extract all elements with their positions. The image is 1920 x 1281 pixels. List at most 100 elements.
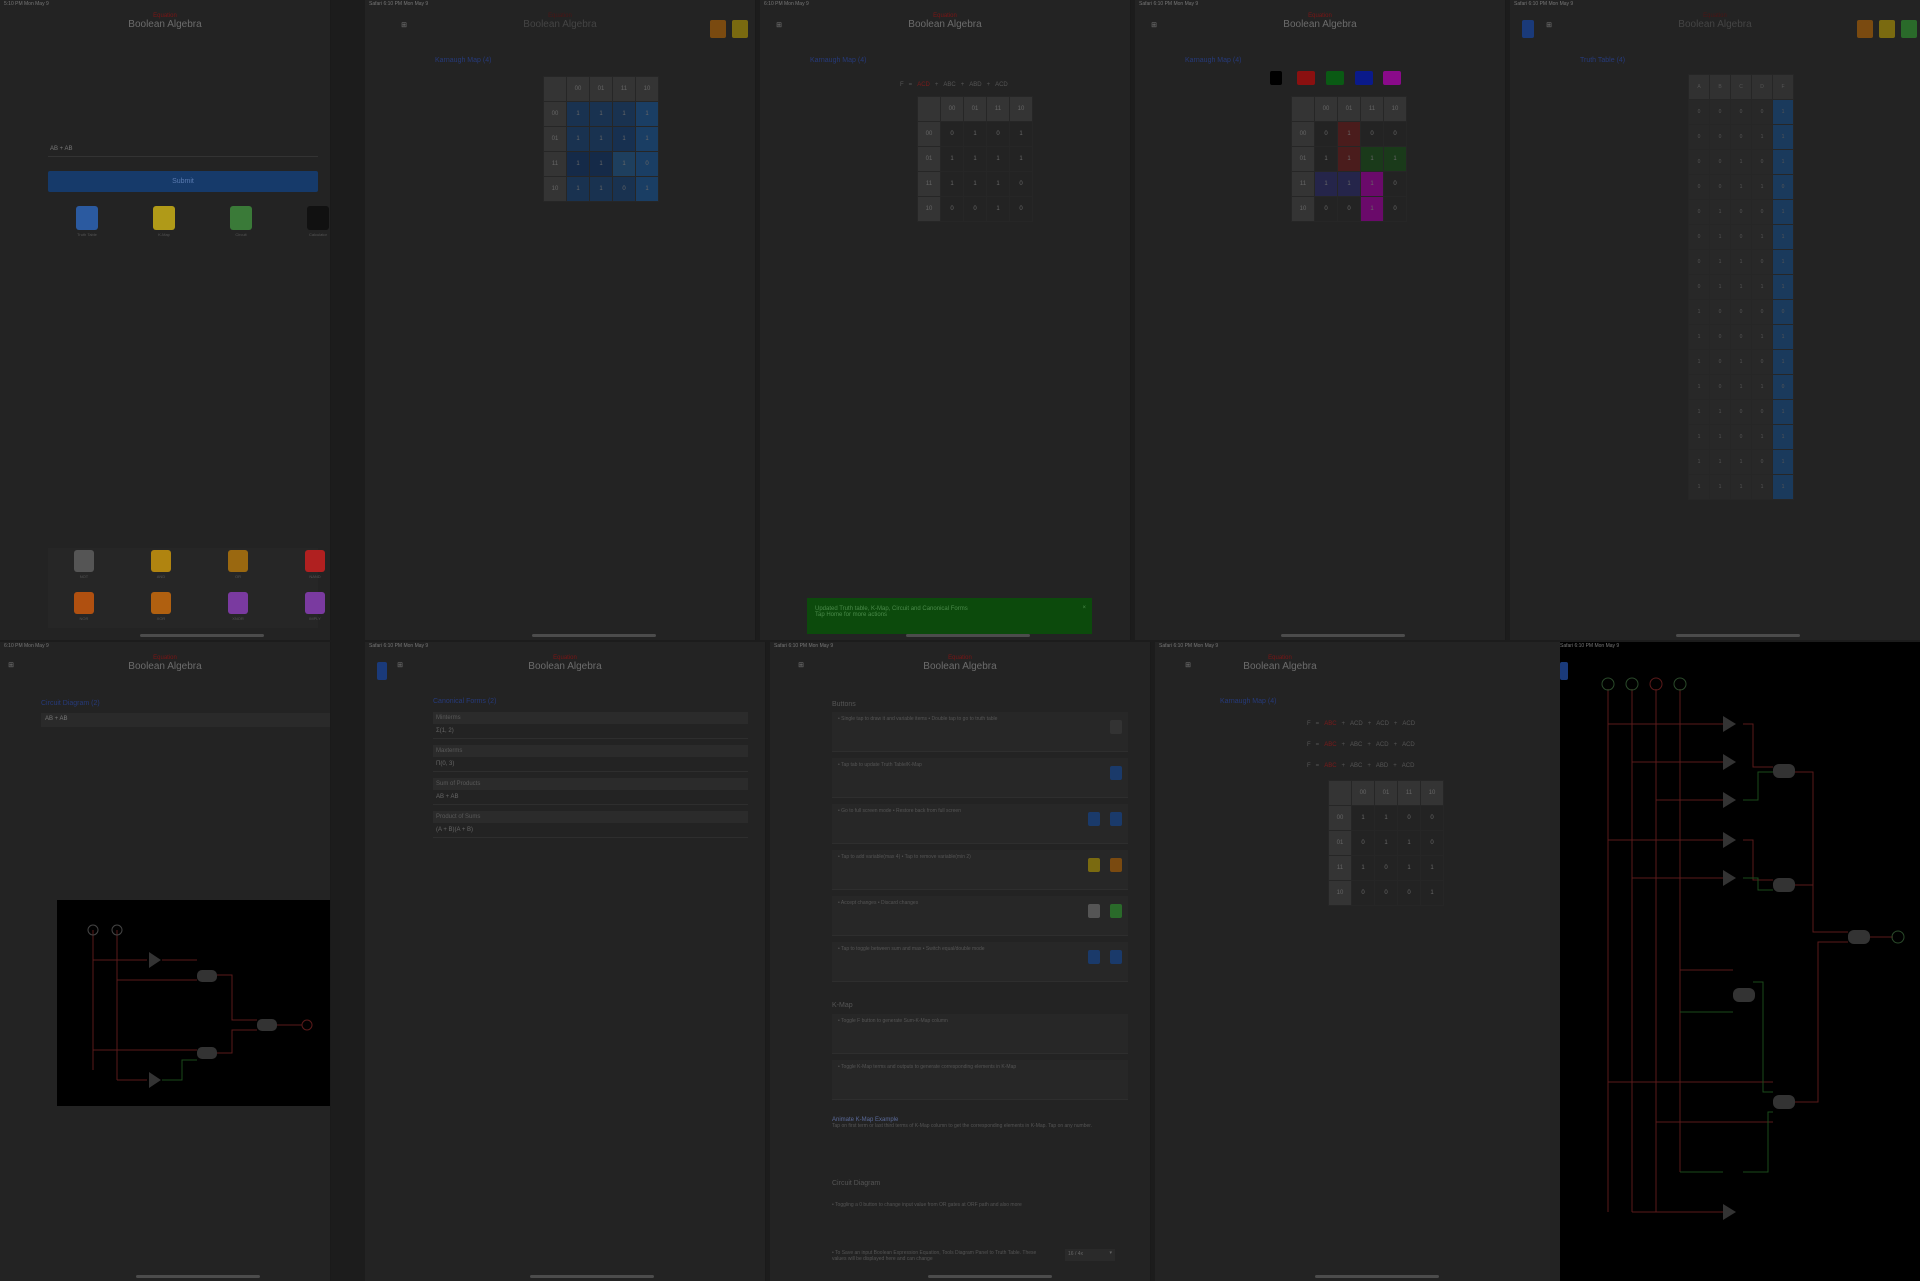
orange-action-icon[interactable] [1857, 20, 1873, 38]
equation-term[interactable]: + [1367, 742, 1371, 748]
equation-term[interactable]: ABC [1324, 763, 1336, 769]
chevron-down-icon: ▾ [1109, 1250, 1112, 1256]
tool-button[interactable]: K-Map [149, 206, 179, 242]
gate-button[interactable]: NOR [72, 592, 96, 626]
term-chip-green[interactable] [1326, 71, 1344, 85]
equation-term[interactable]: F [900, 82, 904, 88]
gate-button[interactable]: NOT [72, 550, 96, 584]
gate-button[interactable]: XNOR [226, 592, 250, 626]
equation-term[interactable]: + [1393, 763, 1397, 769]
gate-button[interactable]: XOR [149, 592, 173, 626]
equation-term[interactable]: + [961, 82, 965, 88]
f-chip[interactable] [1270, 71, 1282, 85]
equation-term[interactable]: ABD [969, 82, 981, 88]
equation-term[interactable]: + [1342, 742, 1346, 748]
home-panel: 5:10 PM Mon May 9 Equation Boolean Algeb… [0, 0, 331, 640]
table-row: 10101 [1688, 349, 1794, 375]
table-row: 00011 [1688, 124, 1794, 150]
equation-term[interactable]: + [1342, 763, 1346, 769]
output-cell[interactable]: 1 [1772, 224, 1794, 250]
table-cell: 1 [1709, 449, 1731, 475]
equation-term[interactable]: = [909, 82, 913, 88]
output-cell[interactable]: 1 [1772, 474, 1794, 500]
equation-term[interactable]: = [1316, 763, 1320, 769]
equation-term[interactable]: ACD [995, 82, 1008, 88]
equation-term[interactable]: ACD [1350, 721, 1363, 727]
example-text: Tap on first term or last third terms of… [832, 1123, 1093, 1129]
equation-term[interactable]: ACD [1376, 721, 1389, 727]
output-cell[interactable]: 1 [1772, 149, 1794, 175]
yellow-action-icon[interactable] [1879, 20, 1895, 38]
equation-term[interactable]: ACD [1376, 742, 1389, 748]
kmap-table: 00 01 11 10 00 0 1 0 0 01 1 1 1 1 11 1 1 1 0 10 0 0 1 0 [1291, 96, 1407, 222]
equation-term[interactable]: F [1307, 742, 1311, 748]
equation-term[interactable]: = [1316, 721, 1320, 727]
gate-button[interactable]: NAND [303, 550, 327, 584]
term-chip-blue[interactable] [1355, 71, 1373, 85]
output-cell[interactable]: 1 [1772, 449, 1794, 475]
output-cell[interactable]: 1 [1772, 199, 1794, 225]
equation-term[interactable]: + [1368, 721, 1372, 727]
equation-term[interactable]: ACD [917, 82, 930, 88]
equation-term[interactable]: ACD [1402, 742, 1415, 748]
output-cell[interactable]: 1 [1772, 349, 1794, 375]
equation-term[interactable]: = [1316, 742, 1320, 748]
table-cell: 0 [1709, 174, 1731, 200]
table-cell: 0 [1751, 449, 1773, 475]
expression-select[interactable]: AB + AB ▾ [41, 713, 330, 727]
equation-term[interactable]: ABC [1324, 742, 1336, 748]
equation-term[interactable]: ABC [943, 82, 955, 88]
output-cell[interactable]: 1 [1772, 424, 1794, 450]
equation-term[interactable]: ABC [1350, 763, 1362, 769]
output-cell[interactable]: 1 [1772, 324, 1794, 350]
equation-term[interactable]: + [987, 82, 991, 88]
gate-button[interactable]: OR [226, 550, 250, 584]
help-button-icon [1088, 812, 1100, 826]
term-chip-red[interactable] [1297, 71, 1315, 85]
equation-term[interactable]: F [1307, 763, 1311, 769]
circuit-title: Circuit Diagram (2) [41, 700, 100, 707]
tool-button[interactable]: Circuit [226, 206, 256, 242]
output-cell[interactable]: 0 [1772, 374, 1794, 400]
output-cell[interactable]: 0 [1772, 299, 1794, 325]
kmap-panel-2: 6:10 PM Mon May 9 ⊞ Equation Boolean Alg… [760, 0, 1131, 640]
gate-button[interactable]: AND [149, 550, 173, 584]
equation-term[interactable]: ABC [1324, 721, 1336, 727]
tool-button[interactable]: Calculator [303, 206, 330, 242]
term-chip-magenta[interactable] [1383, 71, 1401, 85]
output-cell[interactable]: 1 [1772, 274, 1794, 300]
yellow-action-icon[interactable] [732, 20, 748, 38]
table-cell: 1 [1751, 374, 1773, 400]
equation-term[interactable]: + [1342, 721, 1346, 727]
equation-term[interactable]: ABC [1350, 742, 1362, 748]
equation-term[interactable]: F [1307, 721, 1311, 727]
equation-term[interactable]: + [1394, 742, 1398, 748]
equation-term[interactable]: + [1367, 763, 1371, 769]
orange-action-icon[interactable] [710, 20, 726, 38]
output-cell[interactable]: 1 [1772, 399, 1794, 425]
help-row-text: • Toggle K-Map terms and outputs to gene… [838, 1064, 1017, 1070]
help-row: • Tap tab to update Truth Table/K-Map [832, 758, 1128, 798]
equation-term[interactable]: ABD [1376, 763, 1388, 769]
size-select[interactable]: 16 / 4x ▾ [1065, 1249, 1115, 1261]
equation-term[interactable]: + [935, 82, 939, 88]
submit-button[interactable]: Submit [48, 171, 318, 192]
help-row: • Toggle F button to generate Sum-K-Map … [832, 1014, 1128, 1054]
expression-input[interactable]: AB + AB [48, 143, 318, 157]
gate-label: XNOR [232, 616, 244, 621]
green-action-icon[interactable] [1901, 20, 1917, 38]
table-cell: 0 [1709, 349, 1731, 375]
tool-button[interactable]: Truth Table [72, 206, 102, 242]
column-header: B [1709, 74, 1731, 100]
equation-term[interactable]: + [1394, 721, 1398, 727]
equation-term[interactable]: ACD [1402, 721, 1415, 727]
output-cell[interactable]: 0 [1772, 174, 1794, 200]
output-cell[interactable]: 1 [1772, 249, 1794, 275]
help-button-icon [1110, 904, 1122, 918]
equation-term[interactable]: ACD [1402, 763, 1415, 769]
output-cell[interactable]: 1 [1772, 124, 1794, 150]
output-cell[interactable]: 1 [1772, 99, 1794, 125]
close-icon[interactable]: × [1082, 605, 1086, 611]
gate-button[interactable]: IMPLY [303, 592, 327, 626]
blue-action-icon[interactable] [1560, 662, 1568, 680]
